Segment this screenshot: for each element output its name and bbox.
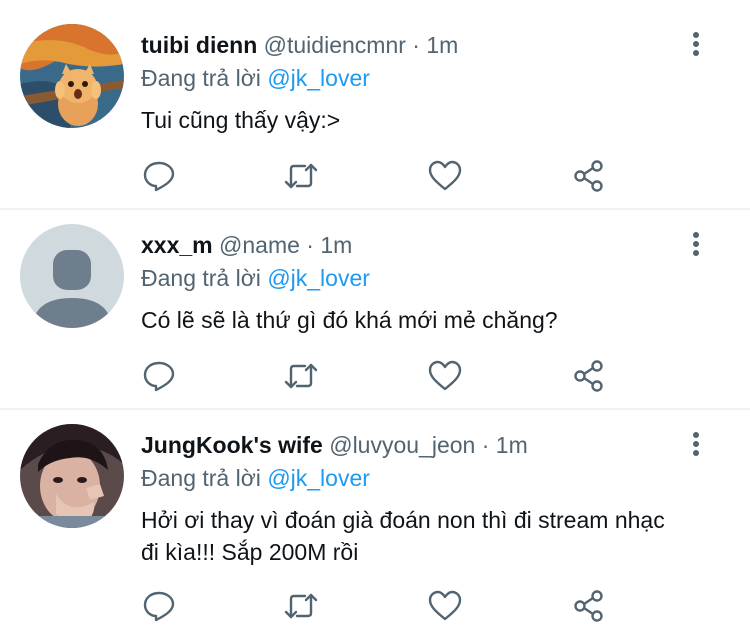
avatar[interactable]: [20, 224, 124, 328]
tweet[interactable]: JungKook's wife @luvyou_jeon · 1m Đang t…: [0, 400, 750, 632]
retweet-icon: [284, 163, 318, 189]
default-avatar: [20, 224, 124, 328]
share-icon: [574, 160, 603, 192]
retweet-button[interactable]: [283, 588, 319, 624]
more-vertical-icon: [693, 32, 699, 56]
heart-icon: [428, 590, 462, 621]
user-handle[interactable]: @name: [219, 232, 300, 258]
tweet-text: Hởi ơi thay vì đoán già đoán non thì đi …: [141, 507, 665, 565]
share-button[interactable]: [571, 588, 607, 624]
tweet-actions: [141, 358, 621, 394]
heart-icon: [428, 160, 462, 191]
timestamp[interactable]: 1m: [426, 32, 458, 58]
tweet-header: JungKook's wife @luvyou_jeon · 1m: [141, 430, 528, 460]
reply-mention-link[interactable]: @jk_lover: [267, 465, 370, 491]
reply-icon: [143, 591, 175, 622]
user-handle[interactable]: @luvyou_jeon: [329, 432, 475, 458]
retweet-button[interactable]: [283, 358, 319, 394]
reply-mention-link[interactable]: @jk_lover: [267, 65, 370, 91]
retweet-icon: [284, 363, 318, 389]
timestamp[interactable]: 1m: [320, 232, 352, 258]
photo-avatar: [20, 424, 124, 528]
more-vertical-icon: [693, 432, 699, 456]
like-button[interactable]: [427, 358, 463, 394]
reply-button[interactable]: [141, 158, 177, 194]
tweet[interactable]: xxx_m @name · 1m Đang trả lời @jk_lover …: [0, 200, 750, 408]
replying-to-label: Đang trả lời: [141, 265, 261, 291]
like-button[interactable]: [427, 158, 463, 194]
avatar[interactable]: [20, 24, 124, 128]
reply-icon: [143, 361, 175, 392]
share-button[interactable]: [571, 158, 607, 194]
display-name[interactable]: tuibi dienn: [141, 32, 257, 58]
heart-icon: [428, 360, 462, 391]
reply-button[interactable]: [141, 588, 177, 624]
retweet-button[interactable]: [283, 158, 319, 194]
replying-to: Đang trả lời @jk_lover: [141, 63, 370, 93]
tweet[interactable]: tuibi dienn @tuidiencmnr · 1m Đang trả l…: [0, 0, 750, 208]
like-button[interactable]: [427, 588, 463, 624]
more-options-button[interactable]: [688, 430, 704, 460]
display-name[interactable]: JungKook's wife: [141, 432, 323, 458]
replying-to-label: Đang trả lời: [141, 65, 261, 91]
display-name[interactable]: xxx_m: [141, 232, 213, 258]
retweet-icon: [284, 593, 318, 619]
more-options-button[interactable]: [688, 230, 704, 260]
separator-dot: ·: [412, 32, 420, 58]
tweet-actions: [141, 588, 621, 624]
replying-to-label: Đang trả lời: [141, 465, 261, 491]
tweet-text: Tui cũng thấy vậy:>: [141, 107, 341, 133]
reply-mention-link[interactable]: @jk_lover: [267, 265, 370, 291]
replying-to: Đang trả lời @jk_lover: [141, 263, 370, 293]
reply-icon: [143, 161, 175, 192]
share-icon: [574, 360, 603, 392]
share-icon: [574, 590, 603, 622]
tweet-header: xxx_m @name · 1m: [141, 230, 352, 260]
separator-dot: ·: [306, 232, 314, 258]
scream-cat-avatar: [20, 24, 124, 128]
tweet-actions: [141, 158, 621, 194]
replying-to: Đang trả lời @jk_lover: [141, 463, 370, 493]
more-options-button[interactable]: [688, 30, 704, 60]
user-handle[interactable]: @tuidiencmnr: [264, 32, 406, 58]
more-vertical-icon: [693, 232, 699, 256]
tweet-text: Có lẽ sẽ là thứ gì đó khá mới mẻ chăng?: [141, 307, 558, 333]
tweet-header: tuibi dienn @tuidiencmnr · 1m: [141, 30, 458, 60]
separator-dot: ·: [481, 432, 490, 458]
timestamp[interactable]: 1m: [496, 432, 528, 458]
reply-button[interactable]: [141, 358, 177, 394]
reply-feed: tuibi dienn @tuidiencmnr · 1m Đang trả l…: [0, 0, 750, 632]
avatar[interactable]: [20, 424, 124, 528]
share-button[interactable]: [571, 358, 607, 394]
